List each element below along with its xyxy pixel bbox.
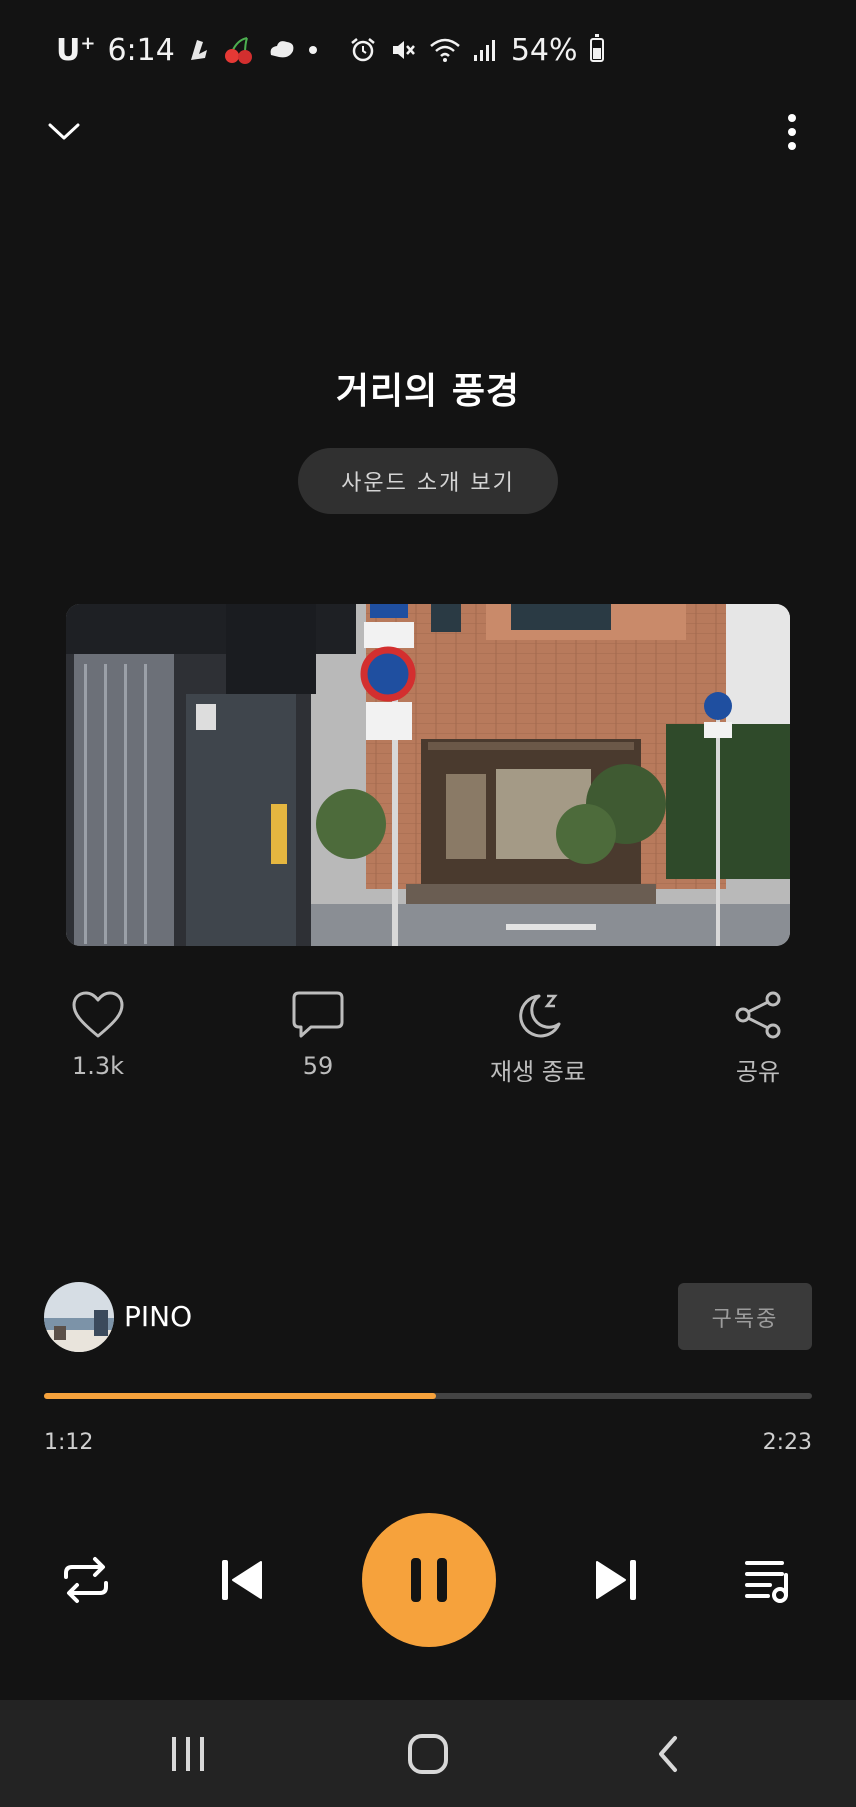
playlist-button[interactable] [740, 1552, 800, 1608]
battery-icon [589, 34, 604, 62]
recent-apps-icon [172, 1737, 204, 1771]
carrier-plus: + [80, 32, 96, 54]
pause-icon [411, 1558, 447, 1602]
collapse-button[interactable] [40, 108, 88, 156]
chevron-down-icon [48, 123, 80, 140]
status-right: 54% [349, 33, 604, 68]
action-row: 1.3k 59 재생 종료 공유 [0, 990, 856, 1100]
share-icon [735, 991, 781, 1039]
repeat-button[interactable] [56, 1552, 116, 1608]
more-vertical-icon [788, 114, 796, 150]
like-button[interactable]: 1.3k [18, 990, 178, 1080]
playlist-icon [745, 1561, 788, 1603]
wifi-icon [429, 36, 461, 64]
battery-percent: 54% [510, 32, 578, 68]
progress-fill [44, 1393, 436, 1399]
home-icon [408, 1734, 448, 1774]
subscribe-button[interactable]: 구독중 [678, 1283, 812, 1350]
carrier-name: U [56, 32, 81, 68]
pause-button[interactable] [362, 1513, 496, 1647]
share-label: 공유 [735, 1058, 781, 1086]
status-bar: U+ 6:14 54% [56, 26, 800, 74]
carrier-label: U+ [56, 33, 95, 68]
back-button[interactable] [640, 1726, 696, 1782]
notification-app-icon [187, 36, 211, 64]
cherry-icon [223, 34, 255, 66]
total-time: 2:23 [762, 1430, 812, 1455]
alarm-icon [349, 36, 377, 64]
street-scene-image [66, 604, 790, 946]
next-button[interactable] [588, 1555, 644, 1605]
home-button[interactable] [400, 1726, 456, 1782]
track-title: 거리의 풍경 [335, 371, 521, 412]
share-button[interactable]: 공유 [678, 990, 838, 1087]
comment-icon [292, 991, 344, 1038]
status-left: U+ 6:14 [56, 33, 317, 68]
mute-icon [389, 36, 417, 64]
album-artwork [66, 604, 790, 946]
status-time: 6:14 [107, 32, 175, 68]
previous-icon [222, 1560, 262, 1600]
dot-icon [308, 46, 317, 54]
signal-icon [473, 37, 499, 63]
comment-button[interactable]: 59 [238, 990, 398, 1080]
sleep-timer-label: 재생 종료 [490, 1058, 586, 1086]
comment-count: 59 [302, 1052, 334, 1080]
like-count: 1.3k [71, 1052, 125, 1080]
repeat-icon [64, 1557, 108, 1603]
progress-bar[interactable] [44, 1393, 812, 1399]
back-icon [659, 1736, 677, 1772]
avatar-image [44, 1282, 114, 1352]
channel-avatar[interactable] [44, 1282, 114, 1352]
cloud-icon [267, 37, 297, 63]
heart-icon [72, 991, 124, 1038]
elapsed-time: 1:12 [44, 1430, 94, 1455]
more-options-button[interactable] [768, 108, 816, 156]
sleep-timer-icon [519, 994, 561, 1038]
previous-button[interactable] [214, 1555, 270, 1605]
sound-info-button[interactable]: 사운드 소개 보기 [298, 448, 558, 514]
system-nav-bar [0, 1700, 856, 1807]
sleep-timer-button[interactable]: 재생 종료 [458, 990, 618, 1087]
next-icon [596, 1560, 636, 1600]
channel-name[interactable]: PINO [124, 1300, 192, 1333]
recent-apps-button[interactable] [160, 1726, 216, 1782]
